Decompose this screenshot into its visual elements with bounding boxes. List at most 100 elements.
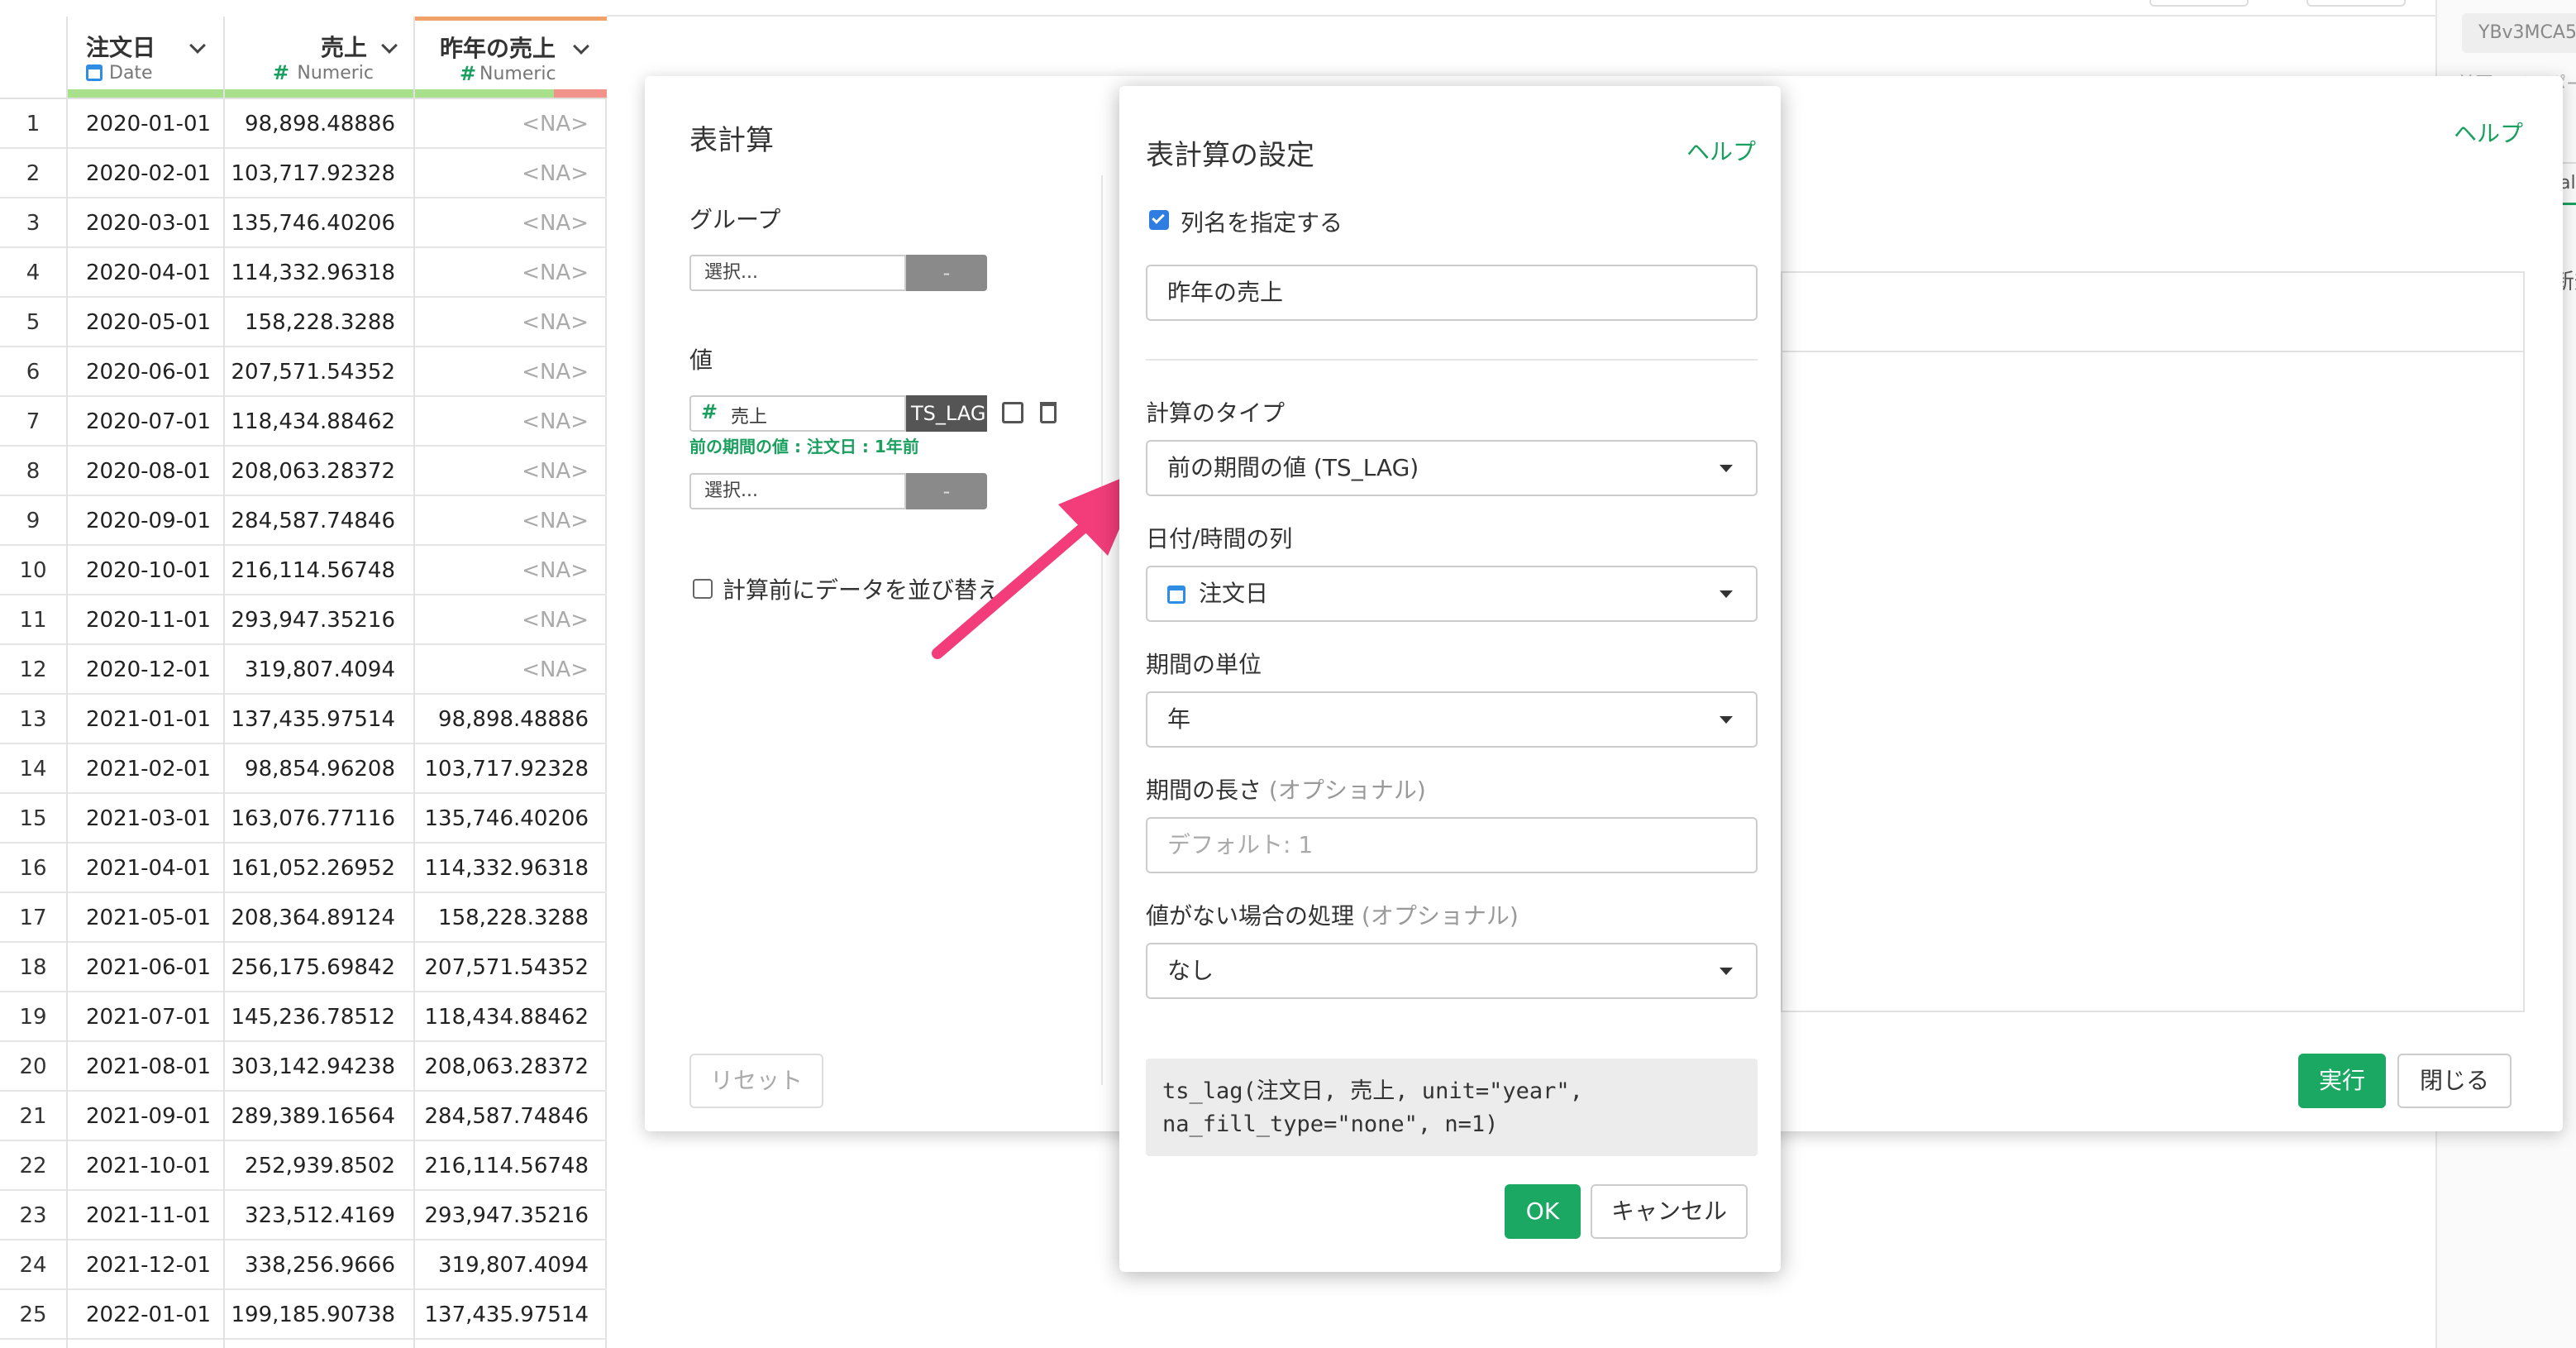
table-cell-sales[interactable]: 135,746.40206 [225, 198, 413, 248]
table-cell-prev-sales[interactable]: <NA> [415, 347, 607, 397]
table-cell-sales[interactable]: 319,807.4094 [225, 645, 413, 695]
row-number[interactable]: 1 [0, 99, 66, 149]
table-cell-prev-sales[interactable]: <NA> [415, 496, 607, 546]
table-cell-date[interactable]: 2020-01-01 [68, 99, 223, 149]
table-cell-prev-sales[interactable]: <NA> [415, 198, 607, 248]
table-cell-date[interactable]: 2022-01-01 [68, 1290, 223, 1340]
trash-icon[interactable] [1040, 402, 1057, 423]
table-cell-sales[interactable]: 199,185.90738 [225, 1290, 413, 1340]
row-number[interactable]: 2 [0, 149, 66, 198]
table-cell-date[interactable]: 2020-04-01 [68, 248, 223, 298]
close-button[interactable]: 閉じる [2397, 1054, 2512, 1108]
table-cell-date[interactable]: 2021-11-01 [68, 1191, 223, 1240]
row-number[interactable]: 20 [0, 1042, 66, 1092]
table-cell-date[interactable]: 2020-07-01 [68, 397, 223, 447]
table-cell-prev-sales[interactable]: 114,332.96318 [415, 844, 607, 893]
table-cell-date[interactable]: 2020-10-01 [68, 546, 223, 595]
table-cell-sales[interactable]: 98,854.96208 [225, 744, 413, 794]
toolbar-button[interactable] [2306, 0, 2406, 7]
row-number[interactable]: 19 [0, 992, 66, 1042]
table-cell-date[interactable]: 2021-04-01 [68, 844, 223, 893]
table-cell-sales[interactable]: 293,947.35216 [225, 595, 413, 645]
table-cell-date[interactable]: 2021-10-01 [68, 1141, 223, 1191]
table-cell-prev-sales[interactable]: 293,947.35216 [415, 1191, 607, 1240]
row-number[interactable]: 24 [0, 1240, 66, 1290]
table-cell-date[interactable]: 2021-01-01 [68, 695, 223, 744]
table-cell-date[interactable]: 2020-08-01 [68, 447, 223, 496]
group-select[interactable]: 選択... [689, 255, 906, 291]
table-cell-prev-sales[interactable]: 118,434.88462 [415, 992, 607, 1042]
table-cell-prev-sales[interactable]: <NA> [415, 99, 607, 149]
row-number[interactable]: 14 [0, 744, 66, 794]
na-handling-select[interactable]: なし [1146, 943, 1758, 999]
edit-icon[interactable] [1002, 402, 1023, 423]
table-cell-prev-sales[interactable]: <NA> [415, 248, 607, 298]
function-tag[interactable]: TS_LAG [906, 395, 987, 432]
table-cell-sales[interactable]: 323,512.4169 [225, 1191, 413, 1240]
table-cell-date[interactable]: 2021-07-01 [68, 992, 223, 1042]
calc-type-select[interactable]: 前の期間の値 (TS_LAG) [1146, 440, 1758, 496]
chevron-down-icon[interactable] [381, 37, 398, 54]
row-number[interactable]: 6 [0, 347, 66, 397]
table-cell-sales[interactable]: 114,332.96318 [225, 248, 413, 298]
table-cell-sales[interactable]: 98,898.48886 [225, 99, 413, 149]
table-cell-prev-sales[interactable]: 207,571.54352 [415, 943, 607, 992]
table-cell-date[interactable]: 2020-02-01 [68, 149, 223, 198]
toolbar-button[interactable] [2149, 0, 2249, 7]
chevron-down-icon[interactable] [573, 38, 589, 55]
row-number[interactable]: 18 [0, 943, 66, 992]
help-link[interactable]: ヘルプ [1686, 134, 1756, 167]
row-number[interactable]: 16 [0, 844, 66, 893]
table-cell-sales[interactable]: 207,571.54352 [225, 347, 413, 397]
reset-button[interactable]: リセット [689, 1054, 823, 1108]
column-header-sales[interactable]: 売上 Numeric # [225, 17, 413, 99]
table-cell-date[interactable]: 2021-03-01 [68, 794, 223, 844]
row-number[interactable]: 21 [0, 1092, 66, 1141]
table-cell-date[interactable]: 2021-06-01 [68, 943, 223, 992]
table-cell-sales[interactable]: 252,939.8502 [225, 1141, 413, 1191]
table-cell-sales[interactable]: 216,114.56748 [225, 546, 413, 595]
ok-button[interactable]: OK [1505, 1184, 1581, 1239]
column-name-checkbox[interactable] [1149, 210, 1169, 230]
table-cell-sales[interactable]: 303,142.94238 [225, 1042, 413, 1092]
unit-select[interactable]: 年 [1146, 691, 1758, 748]
row-number[interactable]: 12 [0, 645, 66, 695]
table-cell-prev-sales[interactable]: <NA> [415, 397, 607, 447]
column-header-date[interactable]: 注文日 Date [68, 17, 223, 99]
table-cell-prev-sales[interactable]: <NA> [415, 149, 607, 198]
table-cell-prev-sales[interactable]: 284,587.74846 [415, 1092, 607, 1141]
column-header-prev-sales[interactable]: 昨年の売上 # Numeric [415, 17, 607, 99]
row-number[interactable]: 10 [0, 546, 66, 595]
table-cell-sales[interactable]: 163,076.77116 [225, 794, 413, 844]
table-cell-sales[interactable]: 208,364.89124 [225, 893, 413, 943]
table-cell-sales[interactable]: 118,434.88462 [225, 397, 413, 447]
table-cell-date[interactable]: 2021-05-01 [68, 893, 223, 943]
table-cell-date[interactable]: 2020-09-01 [68, 496, 223, 546]
table-cell-prev-sales[interactable]: <NA> [415, 546, 607, 595]
table-cell-sales[interactable]: 137,435.97514 [225, 695, 413, 744]
row-number[interactable]: 8 [0, 447, 66, 496]
table-cell-prev-sales[interactable]: 158,228.3288 [415, 893, 607, 943]
table-cell-prev-sales[interactable]: <NA> [415, 645, 607, 695]
chevron-down-icon[interactable] [189, 37, 206, 54]
row-number[interactable]: 23 [0, 1191, 66, 1240]
table-cell-date[interactable]: 2020-12-01 [68, 645, 223, 695]
table-cell-prev-sales[interactable]: <NA> [415, 447, 607, 496]
row-number[interactable]: 11 [0, 595, 66, 645]
table-cell-sales[interactable]: 158,228.3288 [225, 298, 413, 347]
table-cell-sales[interactable]: 256,175.69842 [225, 943, 413, 992]
row-number[interactable]: 3 [0, 198, 66, 248]
row-number[interactable]: 5 [0, 298, 66, 347]
file-chip[interactable]: YBv3MCA5.p [2462, 13, 2576, 53]
table-cell-prev-sales[interactable]: 135,746.40206 [415, 794, 607, 844]
help-link[interactable]: ヘルプ [2454, 116, 2523, 149]
table-cell-prev-sales[interactable]: <NA> [415, 298, 607, 347]
row-number[interactable]: 9 [0, 496, 66, 546]
table-cell-date[interactable]: 2021-02-01 [68, 744, 223, 794]
table-cell-prev-sales[interactable]: 208,063.28372 [415, 1042, 607, 1092]
row-number[interactable]: 7 [0, 397, 66, 447]
cancel-button[interactable]: キャンセル [1591, 1184, 1748, 1239]
table-cell-prev-sales[interactable]: 98,898.48886 [415, 695, 607, 744]
row-number[interactable]: 15 [0, 794, 66, 844]
sort-checkbox[interactable] [693, 579, 713, 599]
